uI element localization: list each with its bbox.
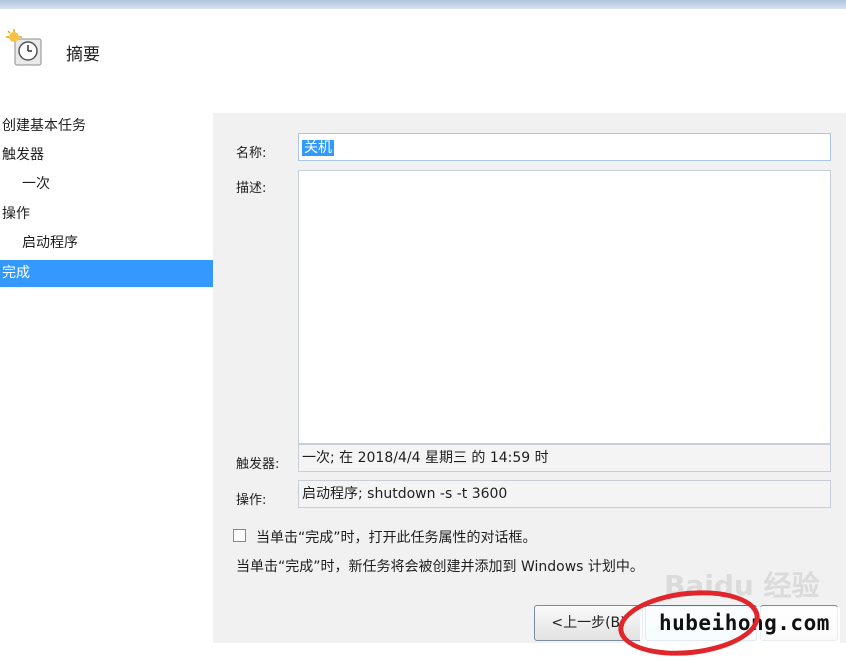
- finish-note: 当单击“完成”时，新任务将会被创建并添加到 Windows 计划中。: [236, 559, 644, 575]
- wizard-body: 创建基本任务 触发器 一次 操作 启动程序 完成 名称: 关机 描述: 触发器:…: [0, 113, 846, 662]
- window-title-strip: [0, 0, 846, 9]
- action-summary-field: 启动程序; shutdown -s -t 3600: [298, 480, 831, 508]
- open-properties-label[interactable]: 当单击“完成”时，打开此任务属性的对话框。: [256, 527, 537, 547]
- open-properties-checkbox[interactable]: [233, 529, 246, 542]
- name-label: 名称:: [236, 146, 267, 161]
- trigger-summary-field: 一次; 在 2018/4/4 星期三 的 14:59 时: [298, 444, 831, 472]
- nav-step-start-program[interactable]: 启动程序: [0, 230, 213, 257]
- page-title: 摘要: [66, 45, 100, 65]
- wizard-steps-nav: 创建基本任务 触发器 一次 操作 启动程序 完成: [0, 113, 213, 643]
- nav-step-finish[interactable]: 完成: [0, 260, 213, 287]
- description-label: 描述:: [236, 181, 267, 196]
- nav-step-create-basic-task[interactable]: 创建基本任务: [0, 113, 213, 140]
- action-label: 操作:: [236, 493, 267, 508]
- name-field[interactable]: 关机: [298, 133, 831, 161]
- scheduled-task-icon: [6, 29, 42, 66]
- wizard-header: 摘要: [0, 9, 846, 113]
- nav-step-trigger[interactable]: 触发器: [0, 142, 213, 169]
- nav-step-once[interactable]: 一次: [0, 171, 213, 198]
- trigger-label: 触发器:: [236, 457, 280, 472]
- name-field-value: 关机: [302, 140, 334, 156]
- description-field[interactable]: [298, 170, 831, 444]
- nav-step-action[interactable]: 操作: [0, 201, 213, 228]
